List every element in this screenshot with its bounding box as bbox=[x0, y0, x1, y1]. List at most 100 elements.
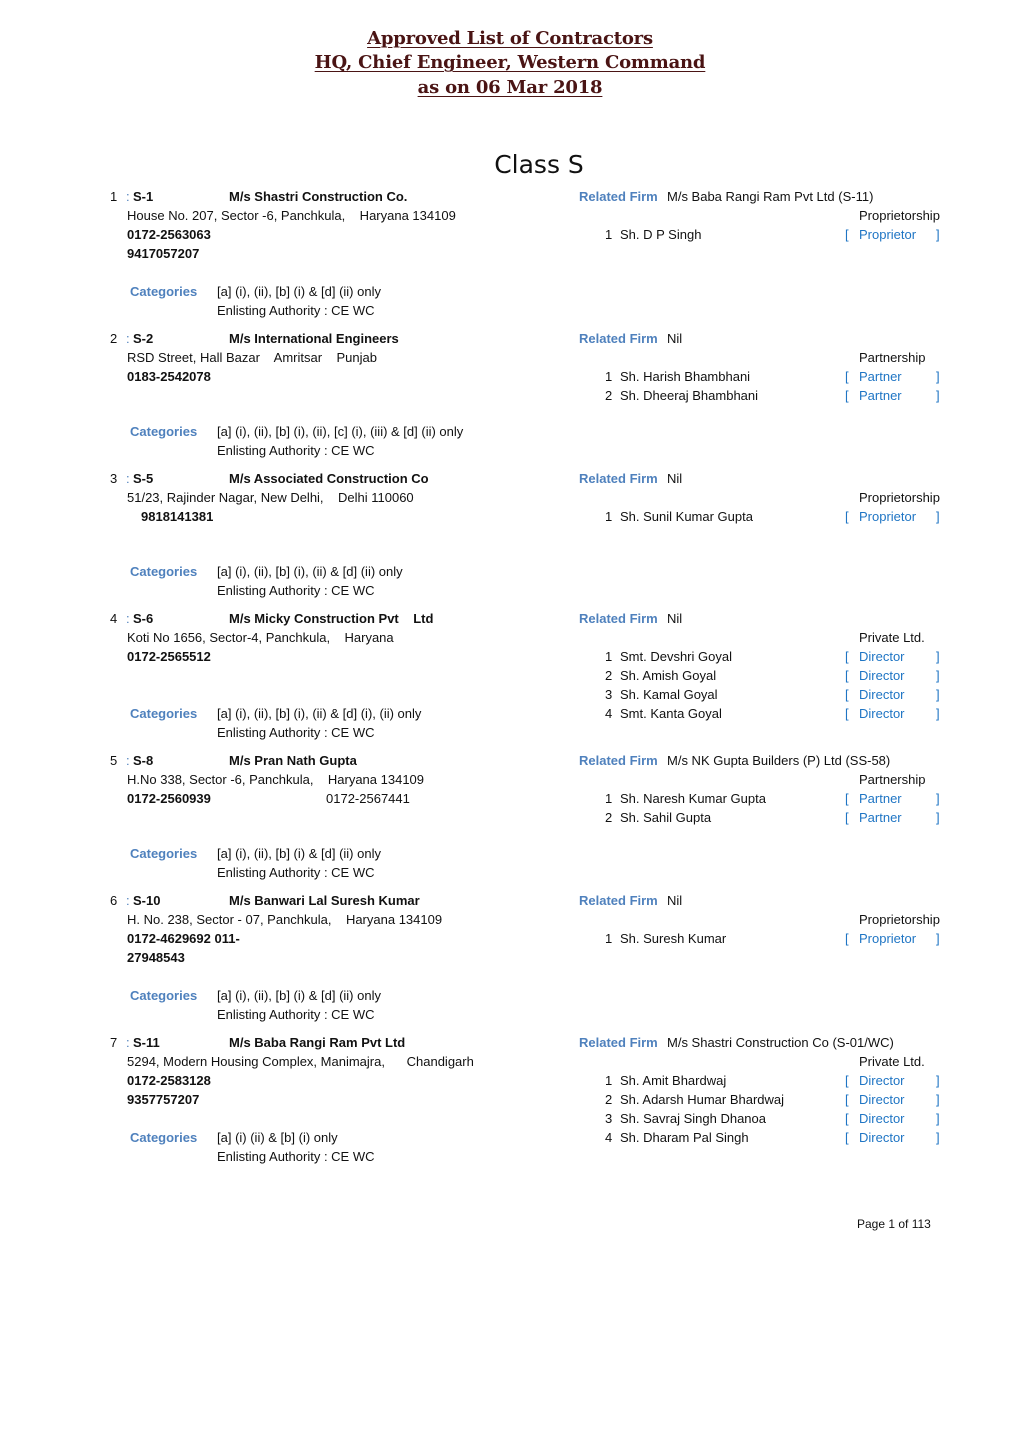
member-number: 1 bbox=[605, 1073, 613, 1088]
role-bracket-close: ] bbox=[936, 810, 940, 825]
entry-separator: : bbox=[126, 331, 130, 346]
contractor-name: M/s International Engineers bbox=[229, 331, 399, 346]
contractor-phone: 9818141381 bbox=[141, 509, 214, 524]
enlisting-authority: Enlisting Authority : CE WC bbox=[217, 725, 375, 740]
role-bracket-open: [ bbox=[845, 369, 849, 384]
member-name: Sh. Naresh Kumar Gupta bbox=[620, 791, 766, 806]
related-firm-value: Nil bbox=[667, 611, 683, 626]
role-bracket-open: [ bbox=[845, 1130, 849, 1145]
categories-label: Categories bbox=[130, 706, 198, 721]
member-number: 3 bbox=[605, 1111, 613, 1126]
member-name: Sh. Kamal Goyal bbox=[620, 687, 718, 702]
contractor-code: S-1 bbox=[133, 189, 154, 204]
entry-index: 2 bbox=[110, 331, 118, 346]
entry-separator: : bbox=[126, 1035, 130, 1050]
categories-value: [a] (i), (ii), [b] (i) & [d] (ii) only bbox=[217, 988, 381, 1003]
contractor-name: M/s Banwari Lal Suresh Kumar bbox=[229, 893, 420, 908]
firm-type: Private Ltd. bbox=[859, 1054, 925, 1069]
contractor-code: S-11 bbox=[133, 1035, 160, 1050]
contractor-address: RSD Street, Hall Bazar Amritsar Punjab bbox=[127, 350, 377, 365]
role-bracket-open: [ bbox=[845, 668, 849, 683]
member-role: Director bbox=[859, 687, 905, 702]
categories-value: [a] (i), (ii), [b] (i) & [d] (ii) only bbox=[217, 846, 381, 861]
contractor-address: H. No. 238, Sector - 07, Panchkula, Hary… bbox=[127, 912, 443, 927]
categories-label: Categories bbox=[130, 846, 198, 861]
categories-label: Categories bbox=[130, 424, 198, 439]
contractor-code: S-6 bbox=[133, 611, 154, 626]
contractor-code: S-2 bbox=[133, 331, 154, 346]
member-name: Sh. D P Singh bbox=[620, 227, 702, 242]
related-firm-value: Nil bbox=[667, 893, 683, 908]
member-role: Partner bbox=[859, 791, 902, 806]
firm-type: Partnership bbox=[859, 772, 926, 787]
member-role: Director bbox=[859, 1073, 905, 1088]
categories-value: [a] (i), (ii), [b] (i), (ii) & [d] (ii) … bbox=[217, 564, 403, 579]
contractor-name: M/s Micky Construction Pvt Ltd bbox=[229, 611, 434, 626]
role-bracket-close: ] bbox=[936, 668, 940, 683]
document-title: Approved List of Contractors bbox=[367, 28, 653, 49]
entry-separator: : bbox=[126, 189, 130, 204]
contractor-phone: 0172-2560939 bbox=[127, 791, 211, 806]
role-bracket-close: ] bbox=[936, 1073, 940, 1088]
member-role: Director bbox=[859, 668, 905, 683]
entry-separator: : bbox=[126, 471, 130, 486]
contractor-address: H.No 338, Sector -6, Panchkula, Haryana … bbox=[127, 772, 425, 787]
member-number: 1 bbox=[605, 509, 613, 524]
role-bracket-close: ] bbox=[936, 931, 940, 946]
member-number: 4 bbox=[605, 1130, 613, 1145]
page-number: Page 1 of 113 bbox=[857, 1217, 931, 1231]
role-bracket-open: [ bbox=[845, 649, 849, 664]
firm-type: Proprietorship bbox=[859, 912, 940, 927]
member-number: 2 bbox=[605, 668, 613, 683]
member-name: Sh. Dheeraj Bhambhani bbox=[620, 388, 759, 403]
role-bracket-open: [ bbox=[845, 227, 849, 242]
contractor-name: M/s Associated Construction Co bbox=[229, 471, 429, 486]
member-name: Sh. Savraj Singh Dhanoa bbox=[620, 1111, 766, 1126]
related-firm-value: M/s Baba Rangi Ram Pvt Ltd (S-11) bbox=[667, 189, 874, 204]
categories-value: [a] (i) (ii) & [b] (i) only bbox=[217, 1130, 338, 1145]
enlisting-authority: Enlisting Authority : CE WC bbox=[217, 443, 375, 458]
contractor-address: Koti No 1656, Sector-4, Panchkula, Harya… bbox=[127, 630, 394, 645]
contractor-name: M/s Baba Rangi Ram Pvt Ltd bbox=[229, 1035, 406, 1050]
firm-type: Private Ltd. bbox=[859, 630, 925, 645]
categories-value: [a] (i), (ii), [b] (i), (ii) & [d] (i), … bbox=[217, 706, 422, 721]
member-number: 2 bbox=[605, 810, 613, 825]
member-number: 3 bbox=[605, 687, 613, 702]
firm-type: Proprietorship bbox=[859, 208, 940, 223]
enlisting-authority: Enlisting Authority : CE WC bbox=[217, 1007, 375, 1022]
related-firm-label: Related Firm bbox=[579, 611, 658, 626]
member-name: Sh. Harish Bhambhani bbox=[620, 369, 751, 384]
related-firm-label: Related Firm bbox=[579, 893, 658, 908]
contractor-phone: 0172-2563063 bbox=[127, 227, 211, 242]
firm-type: Partnership bbox=[859, 350, 926, 365]
related-firm-value: M/s Shastri Construction Co (S-01/WC) bbox=[667, 1035, 894, 1050]
entry-separator: : bbox=[126, 611, 130, 626]
role-bracket-open: [ bbox=[845, 1092, 849, 1107]
contractor-code: S-10 bbox=[133, 893, 161, 908]
member-number: 2 bbox=[605, 388, 613, 403]
enlisting-authority: Enlisting Authority : CE WC bbox=[217, 583, 375, 598]
contractor-code: S-8 bbox=[133, 753, 154, 768]
categories-label: Categories bbox=[130, 564, 198, 579]
member-number: 1 bbox=[605, 791, 613, 806]
member-role: Partner bbox=[859, 369, 902, 384]
firm-type: Proprietorship bbox=[859, 490, 940, 505]
enlisting-authority: Enlisting Authority : CE WC bbox=[217, 865, 375, 880]
related-firm-value: Nil bbox=[667, 471, 683, 486]
role-bracket-close: ] bbox=[936, 369, 940, 384]
entry-index: 7 bbox=[110, 1035, 118, 1050]
role-bracket-close: ] bbox=[936, 649, 940, 664]
entry-index: 5 bbox=[110, 753, 118, 768]
member-name: Smt. Kanta Goyal bbox=[620, 706, 722, 721]
contractor-phone: 9417057207 bbox=[127, 246, 200, 261]
member-number: 2 bbox=[605, 1092, 613, 1107]
contractor-phone: 0172-2565512 bbox=[127, 649, 211, 664]
member-number: 1 bbox=[605, 931, 613, 946]
role-bracket-close: ] bbox=[936, 509, 940, 524]
member-name: Sh. Amit Bhardwaj bbox=[620, 1073, 727, 1088]
role-bracket-close: ] bbox=[936, 1092, 940, 1107]
role-bracket-open: [ bbox=[845, 706, 849, 721]
member-number: 1 bbox=[605, 369, 613, 384]
contractor-address: 5294, Modern Housing Complex, Manimajra,… bbox=[127, 1054, 474, 1069]
entry-separator: : bbox=[126, 893, 130, 908]
